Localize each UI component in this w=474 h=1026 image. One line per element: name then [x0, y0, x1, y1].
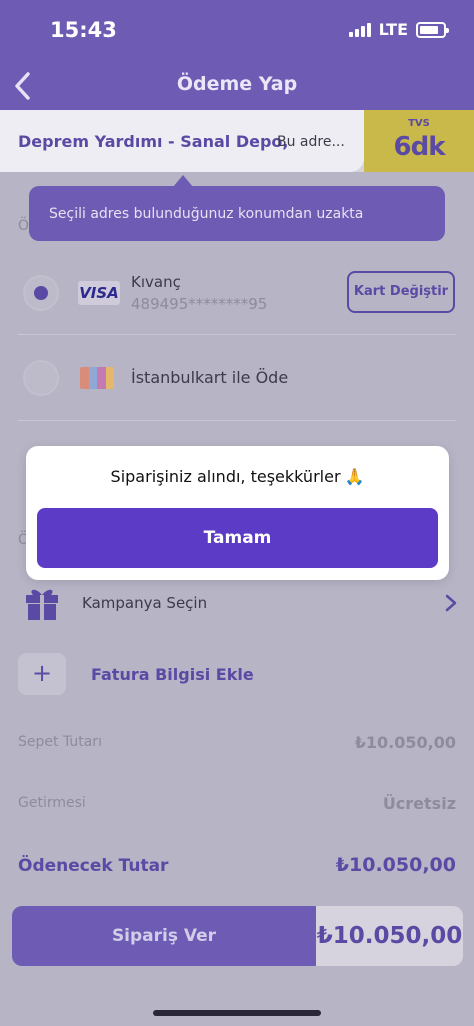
divider: [18, 420, 456, 421]
dialog-message: Siparişiniz alındı, teşekkürler 🙏: [26, 467, 449, 486]
order-amount: ₺10.050,00: [316, 906, 463, 966]
status-time: 15:43: [50, 18, 117, 42]
total-label: Ödenecek Tutar: [18, 856, 169, 876]
subtotal-value: ₺10.050,00: [354, 733, 456, 752]
eta-badge: TVS 6dk: [364, 110, 474, 172]
ok-button[interactable]: Tamam: [37, 508, 438, 568]
card-radio[interactable]: [23, 275, 59, 311]
order-success-dialog: Siparişiniz alındı, teşekkürler 🙏 Tamam: [26, 446, 449, 580]
gift-icon: [26, 589, 58, 620]
change-card-button[interactable]: Kart Değiştir: [347, 271, 455, 313]
chevron-right-icon[interactable]: [442, 592, 460, 614]
page-title: Ödeme Yap: [176, 73, 298, 95]
network-label: LTE: [378, 20, 408, 39]
campaign-select[interactable]: Kampanya Seçin: [82, 594, 207, 612]
istanbulkart-radio[interactable]: [23, 360, 59, 396]
delivery-label: Getirmesi: [18, 795, 86, 811]
eta-label: TVS: [408, 118, 430, 129]
divider: [18, 334, 456, 335]
card-number: 489495********95: [131, 295, 268, 313]
eta-value: 6dk: [393, 132, 446, 162]
praying-hands-icon: 🙏: [344, 467, 365, 486]
address-warning-tooltip: Seçili adres bulunduğunuz konumdan uzakt…: [29, 186, 445, 241]
add-invoice-button[interactable]: Fatura Bilgisi Ekle: [91, 665, 254, 684]
address-name: Deprem Yardımı - Sanal Depo,: [18, 132, 289, 151]
payment-section-title: Ö: [18, 218, 30, 234]
battery-icon: [416, 21, 449, 38]
subtotal-label: Sepet Tutarı: [18, 734, 102, 750]
total-value: ₺10.050,00: [335, 854, 456, 876]
status-indicators: LTE: [348, 20, 449, 39]
order-bar: Sipariş Ver ₺10.050,00: [12, 906, 463, 966]
add-invoice-icon[interactable]: +: [18, 653, 66, 695]
card-holder-name: Kıvanç: [131, 273, 181, 291]
dialog-message-text: Siparişiniz alındı, teşekkürler: [110, 467, 341, 486]
home-indicator: [153, 1010, 321, 1016]
visa-logo: VISA: [78, 281, 120, 305]
istanbulkart-option: İstanbulkart ile Öde: [131, 368, 289, 387]
delivery-value: Ücretsiz: [382, 794, 456, 813]
tooltip-text: Seçili adres bulunduğunuz konumdan uzakt…: [49, 206, 364, 222]
address-detail: Bu adre...: [277, 134, 345, 150]
status-bar: 15:43 LTE: [0, 0, 474, 62]
app-header: Ödeme Yap: [0, 62, 474, 110]
signal-icon: [348, 22, 371, 37]
place-order-button[interactable]: Sipariş Ver: [12, 906, 316, 966]
istanbulkart-logo: [80, 367, 114, 389]
